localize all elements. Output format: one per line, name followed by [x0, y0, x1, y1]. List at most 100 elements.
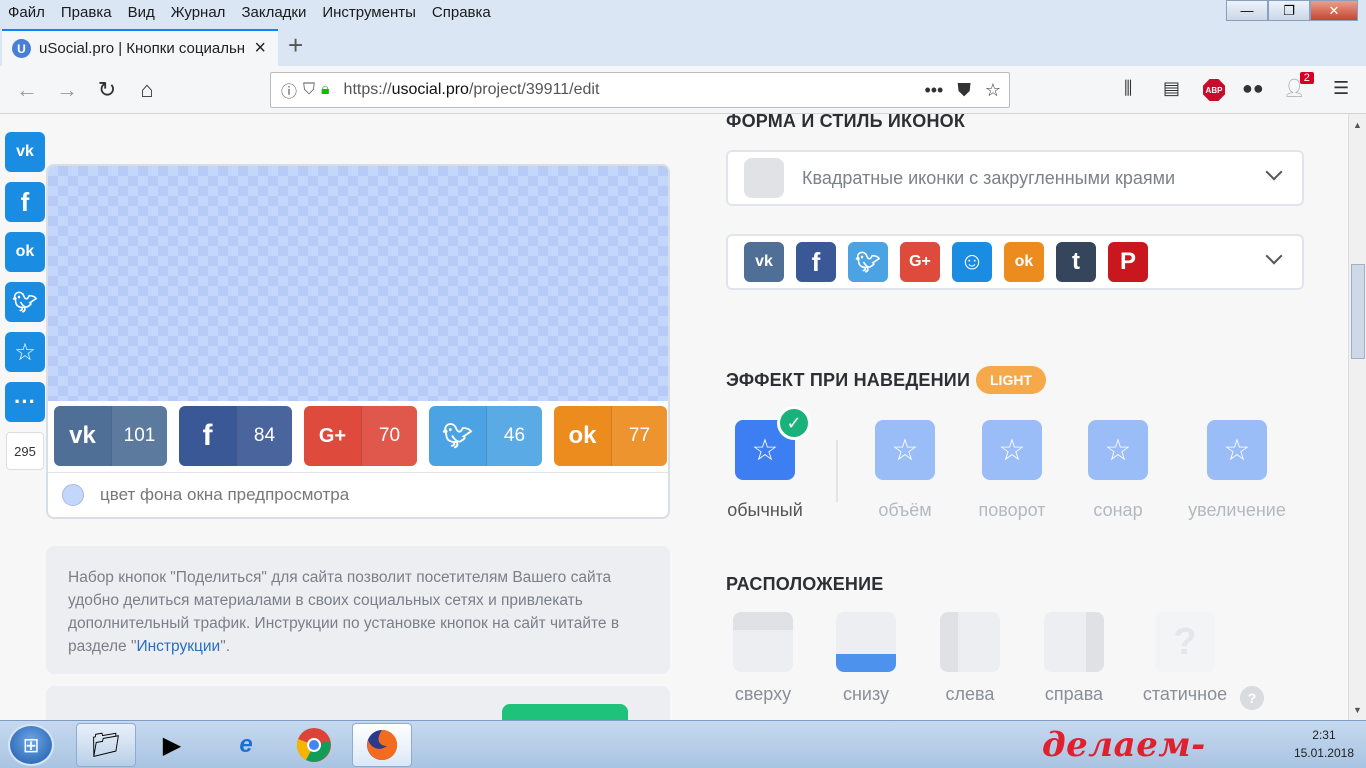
- menu-bar: Файл Правка Вид Журнал Закладки Инструме…: [0, 0, 1366, 25]
- favorites-star-icon[interactable]: ☆: [5, 332, 45, 372]
- browser-tab[interactable]: U uSocial.pro | Кнопки социальн ×: [2, 29, 278, 66]
- facebook-icon: f: [202, 419, 213, 452]
- effect-normal[interactable]: ☆ ✓ обычный: [705, 406, 825, 521]
- background-color-setting[interactable]: цвет фона окна предпросмотра: [48, 472, 668, 517]
- floating-share-sidebar: vk f ok 🐦︎ ☆ ··· 295: [5, 132, 45, 470]
- effect-label: объём: [878, 500, 932, 520]
- menu-tools[interactable]: Инструменты: [322, 4, 416, 21]
- internet-explorer-icon[interactable]: e: [216, 723, 276, 767]
- position-left-preview: [940, 612, 1000, 672]
- style-preview-square: [744, 158, 784, 198]
- media-player-icon[interactable]: ▶: [142, 723, 202, 767]
- lock-icon[interactable]: 🔒︎: [321, 81, 330, 99]
- position-static[interactable]: ? статичное: [1140, 612, 1230, 705]
- position-label: справа: [1044, 684, 1104, 704]
- odnoklassniki-icon[interactable]: ok: [1004, 242, 1044, 282]
- chevron-down-icon[interactable]: [1266, 166, 1282, 182]
- firefox-icon[interactable]: [352, 723, 412, 767]
- menu-help[interactable]: Справка: [432, 4, 491, 21]
- menu-icon[interactable]: ☰: [1333, 78, 1349, 99]
- back-icon[interactable]: ←: [12, 75, 42, 105]
- shield-icon[interactable]: ⛉: [303, 81, 315, 99]
- info-icon[interactable]: ⓘ: [281, 78, 297, 102]
- scroll-down-icon[interactable]: ▼: [1349, 701, 1366, 718]
- chevron-down-icon[interactable]: [1266, 250, 1282, 266]
- explorer-icon[interactable]: 📁︎: [76, 723, 136, 767]
- vk-icon: vk: [69, 422, 96, 449]
- share-button-twitter[interactable]: 🐦︎ 46: [429, 406, 542, 466]
- sync-icon[interactable]: 👤︎ 2: [1283, 72, 1314, 99]
- share-button-odnoklassniki[interactable]: ok 77: [554, 406, 667, 466]
- more-icon[interactable]: ···: [5, 382, 45, 422]
- moimir-icon[interactable]: ☺: [952, 242, 992, 282]
- star-icon: ☆: [982, 420, 1042, 480]
- maximize-button[interactable]: ❐: [1268, 0, 1310, 21]
- menu-history[interactable]: Журнал: [171, 4, 226, 21]
- pocket-icon[interactable]: ⛊: [957, 80, 971, 101]
- star-icon: ☆: [875, 420, 935, 480]
- system-clock[interactable]: 2:31 15.01.2018: [1294, 726, 1354, 762]
- help-icon[interactable]: ?: [1240, 686, 1264, 710]
- instructions-link[interactable]: Инструкции: [136, 638, 220, 655]
- menu-view[interactable]: Вид: [128, 4, 155, 21]
- effect-sonar[interactable]: ☆ сонар: [1058, 420, 1178, 521]
- effect-volume[interactable]: ☆ объём: [845, 420, 965, 521]
- close-tab-icon[interactable]: ×: [254, 37, 266, 60]
- effect-rotate[interactable]: ☆ поворот: [952, 420, 1072, 521]
- position-bottom[interactable]: снизу: [821, 612, 911, 705]
- menu-edit[interactable]: Правка: [61, 4, 112, 21]
- green-action-button[interactable]: [502, 704, 628, 720]
- tumblr-icon[interactable]: t: [1056, 242, 1096, 282]
- share-count: 101: [111, 406, 167, 466]
- clock-time: 2:31: [1312, 728, 1336, 742]
- share-button-vk[interactable]: vk 101: [54, 406, 167, 466]
- sidebar-icon[interactable]: ▤: [1163, 78, 1180, 99]
- share-button-google-plus[interactable]: G+ 70: [304, 406, 417, 466]
- position-label: слева: [945, 684, 995, 704]
- firefox-logo-icon: [367, 729, 398, 760]
- networks-select[interactable]: vk f 🐦︎ G+ ☺ ok t P: [726, 234, 1304, 290]
- bookmark-star-icon[interactable]: ☆: [985, 80, 1001, 101]
- effect-label: увеличение: [1188, 500, 1286, 520]
- twitter-icon[interactable]: 🐦︎: [848, 242, 888, 282]
- position-left[interactable]: слева: [925, 612, 1015, 705]
- library-icon[interactable]: ⫼: [1124, 78, 1132, 99]
- position-section-title: РАСПОЛОЖЕНИЕ: [726, 574, 884, 594]
- home-icon[interactable]: ⌂: [132, 75, 162, 105]
- color-swatch[interactable]: [62, 484, 84, 506]
- reload-icon[interactable]: ↻: [92, 75, 122, 105]
- vk-share-icon[interactable]: vk: [5, 132, 45, 172]
- menu-file[interactable]: Файл: [8, 4, 45, 21]
- vk-icon[interactable]: vk: [744, 242, 784, 282]
- effect-label: обычный: [727, 500, 803, 520]
- effect-label: сонар: [1093, 500, 1143, 520]
- star-icon: ☆: [1207, 420, 1267, 480]
- minimize-button[interactable]: —: [1226, 0, 1268, 21]
- odnoklassniki-share-icon[interactable]: ok: [5, 232, 45, 272]
- facebook-share-icon[interactable]: f: [5, 182, 45, 222]
- scroll-up-icon[interactable]: ▲: [1349, 116, 1366, 133]
- address-bar[interactable]: ⓘ ⛉ 🔒︎ https://usocial.pro/project/39911…: [270, 72, 1010, 108]
- icon-style-select[interactable]: Квадратные иконки с закругленными краями: [726, 150, 1304, 206]
- adblock-icon[interactable]: ABP: [1203, 79, 1225, 101]
- page-scrollbar[interactable]: ▲ ▼: [1348, 114, 1366, 720]
- pinterest-icon[interactable]: P: [1108, 242, 1148, 282]
- new-tab-icon[interactable]: +: [288, 30, 303, 61]
- page-actions-icon[interactable]: •••: [924, 80, 943, 101]
- google-plus-icon[interactable]: G+: [900, 242, 940, 282]
- share-button-facebook[interactable]: f 84: [179, 406, 292, 466]
- url-text[interactable]: https://usocial.pro/project/39911/edit: [344, 81, 600, 99]
- menu-bookmarks[interactable]: Закладки: [241, 4, 306, 21]
- chrome-icon[interactable]: [284, 723, 344, 767]
- position-right[interactable]: справа: [1029, 612, 1119, 705]
- forward-icon[interactable]: →: [52, 75, 82, 105]
- scrollbar-thumb[interactable]: [1351, 264, 1365, 359]
- close-window-button[interactable]: ✕: [1310, 0, 1358, 21]
- start-button[interactable]: ⊞: [8, 724, 54, 766]
- position-top[interactable]: сверху: [718, 612, 808, 705]
- twitter-share-icon[interactable]: 🐦︎: [5, 282, 45, 322]
- effect-zoom[interactable]: ☆ увеличение: [1177, 420, 1297, 521]
- extension-icon[interactable]: ●●: [1242, 78, 1264, 99]
- question-icon: ?: [1155, 612, 1215, 672]
- facebook-icon[interactable]: f: [796, 242, 836, 282]
